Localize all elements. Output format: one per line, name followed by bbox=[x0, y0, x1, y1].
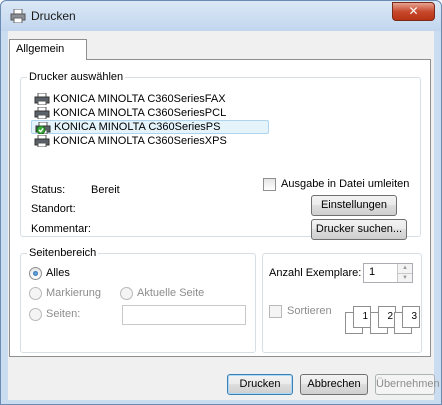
cancel-button[interactable]: Abbrechen bbox=[300, 374, 368, 395]
window-title: Drucken bbox=[31, 9, 76, 23]
printer-item-ps[interactable]: KONICA MINOLTA C360SeriesPS bbox=[31, 120, 269, 134]
spinner-up-icon[interactable]: ▲ bbox=[397, 264, 412, 273]
page-range-legend: Seitenbereich bbox=[27, 247, 99, 259]
collate-page: 1 bbox=[353, 306, 371, 328]
printer-icon bbox=[34, 107, 50, 119]
spinner-buttons: ▲ ▼ bbox=[397, 264, 412, 282]
close-icon: ✕ bbox=[408, 4, 419, 18]
radio-pages-label: Seiten: bbox=[46, 308, 81, 320]
printer-name: KONICA MINOLTA C360SeriesXPS bbox=[53, 135, 227, 147]
copies-spinner[interactable]: 1 ▲ ▼ bbox=[363, 263, 413, 283]
pages-input[interactable] bbox=[122, 305, 246, 325]
comment-label: Kommentar: bbox=[31, 223, 91, 235]
print-to-file-label: Ausgabe in Datei umleiten bbox=[281, 178, 410, 190]
tab-label: Allgemein bbox=[16, 43, 65, 55]
print-to-file-checkbox[interactable] bbox=[263, 178, 276, 191]
printer-default-icon bbox=[35, 122, 51, 134]
printer-item-pcl[interactable]: KONICA MINOLTA C360SeriesPCL bbox=[31, 106, 271, 120]
radio-selection[interactable] bbox=[29, 287, 42, 300]
printer-icon bbox=[34, 135, 50, 147]
printer-item-fax[interactable]: KONICA MINOLTA C360SeriesFAX bbox=[31, 92, 271, 106]
radio-current-page[interactable] bbox=[120, 287, 133, 300]
settings-button[interactable]: Einstellungen bbox=[311, 195, 397, 216]
collate-page: 3 bbox=[402, 306, 420, 328]
printer-group-legend: Drucker auswählen bbox=[27, 71, 126, 83]
radio-all[interactable] bbox=[29, 267, 42, 280]
printer-icon bbox=[34, 93, 50, 105]
copies-group: Anzahl Exemplare: 1 ▲ ▼ Sortieren 1 1 2 … bbox=[262, 253, 422, 353]
printer-name: KONICA MINOLTA C360SeriesFAX bbox=[53, 93, 226, 105]
dialog-client: Allgemein Drucker auswählen KONICA MINOL… bbox=[8, 31, 440, 400]
tab-panel-allgemein: Drucker auswählen KONICA MINOLTA C360Ser… bbox=[9, 59, 431, 357]
collate-label: Sortieren bbox=[287, 305, 332, 317]
copies-label: Anzahl Exemplare: bbox=[269, 267, 362, 279]
radio-all-label: Alles bbox=[46, 267, 70, 279]
location-label: Standort: bbox=[31, 203, 76, 215]
status-label: Status: bbox=[31, 184, 66, 196]
print-dialog: Drucken ✕ Allgemein Drucker auswählen KO… bbox=[0, 0, 442, 405]
apply-button[interactable]: Übernehmen bbox=[375, 374, 440, 395]
spinner-down-icon[interactable]: ▼ bbox=[397, 273, 412, 282]
page-range-group: Seitenbereich Alles Markierung Aktuelle … bbox=[20, 247, 256, 353]
print-button[interactable]: Drucken bbox=[227, 374, 293, 395]
radio-current-page-label: Aktuelle Seite bbox=[137, 287, 205, 299]
close-button[interactable]: ✕ bbox=[392, 2, 435, 21]
printer-name: KONICA MINOLTA C360SeriesPCL bbox=[53, 107, 227, 119]
copies-value: 1 bbox=[369, 266, 376, 278]
tab-allgemein[interactable]: Allgemein bbox=[9, 39, 87, 60]
status-value: Bereit bbox=[91, 184, 120, 196]
title-bar[interactable]: Drucken ✕ bbox=[1, 1, 441, 31]
printer-item-xps[interactable]: KONICA MINOLTA C360SeriesXPS bbox=[31, 134, 271, 148]
printer-name: KONICA MINOLTA C360SeriesPS bbox=[54, 121, 221, 133]
radio-selection-label: Markierung bbox=[46, 287, 102, 299]
radio-pages[interactable] bbox=[29, 308, 42, 321]
printer-icon bbox=[10, 9, 26, 23]
printer-select-group: Drucker auswählen KONICA MINOLTA C360Ser… bbox=[20, 71, 421, 240]
find-printer-button[interactable]: Drucker suchen... bbox=[311, 219, 407, 240]
collate-checkbox[interactable] bbox=[269, 305, 282, 318]
printer-list[interactable]: KONICA MINOLTA C360SeriesFAX KONICA MINO… bbox=[31, 92, 271, 148]
